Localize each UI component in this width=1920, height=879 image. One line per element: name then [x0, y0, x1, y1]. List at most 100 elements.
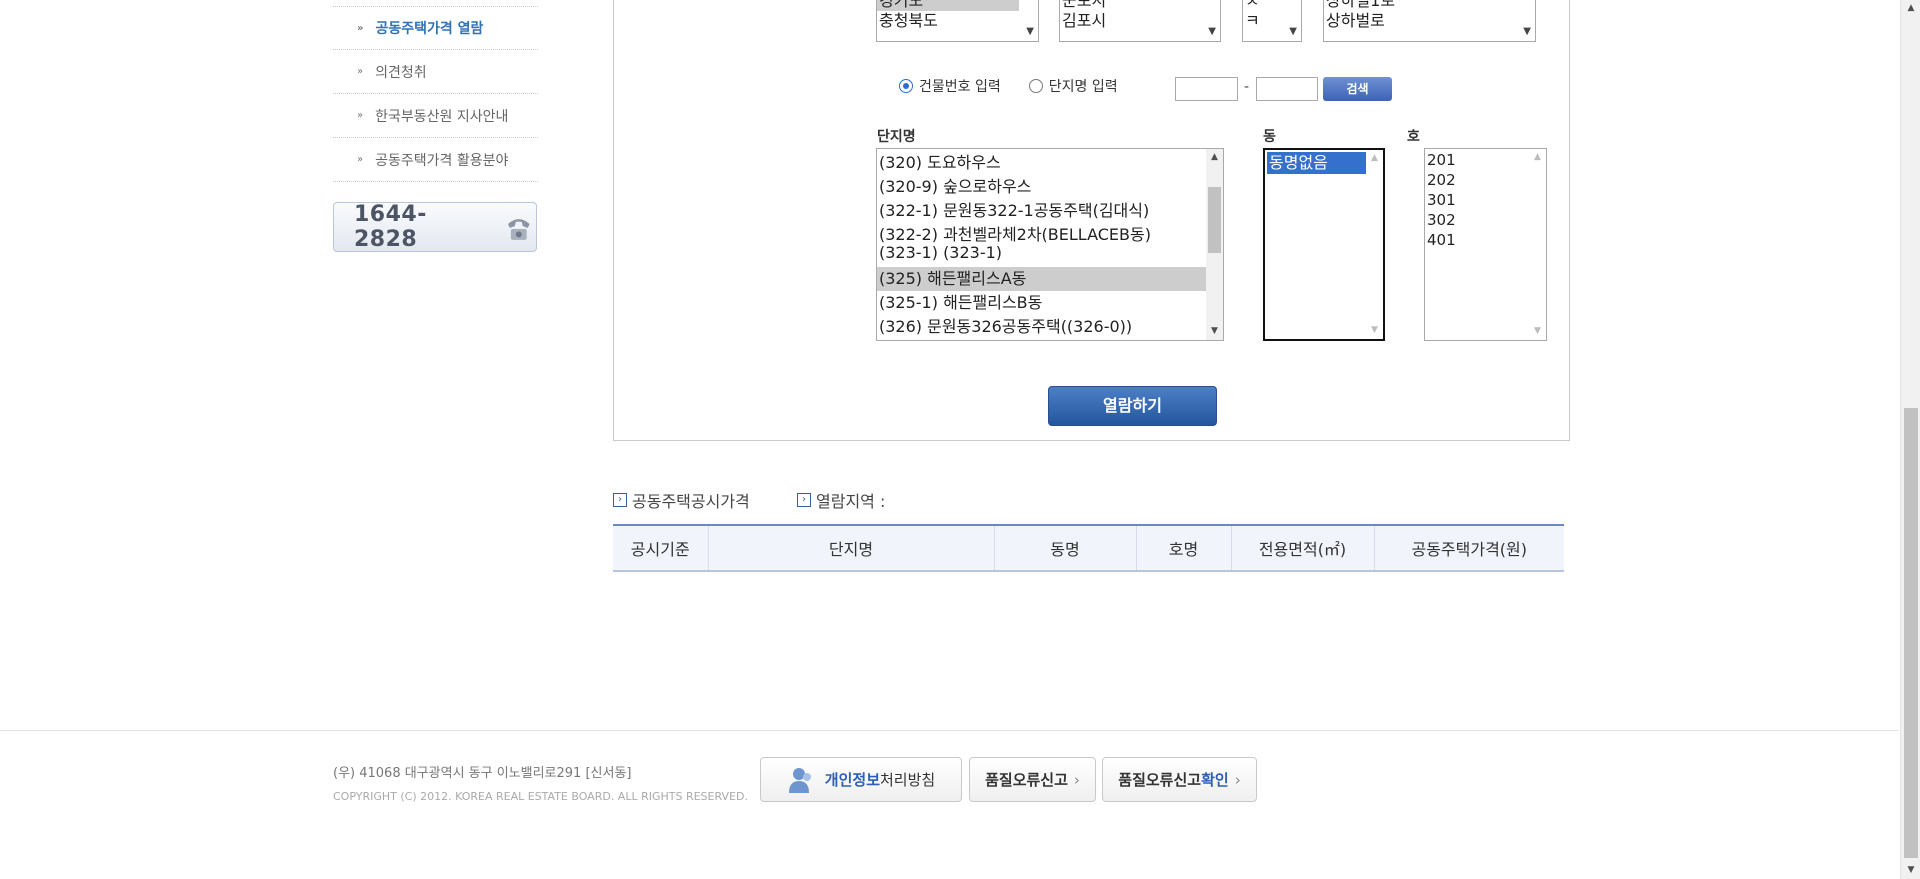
- sidebar-item-branches[interactable]: » 한국부동산원 지사안내: [333, 94, 538, 138]
- page: » 공동주택가격 열람 » 의견청취 » 한국부동산원 지사안내 » 공동주택가…: [0, 0, 1920, 879]
- road-select[interactable]: 상하벌1로 상하벌로 ▼: [1323, 0, 1536, 42]
- complex-list-label: 단지명: [877, 129, 916, 145]
- radio-building-number[interactable]: [899, 79, 913, 93]
- footer-divider: [0, 730, 1899, 731]
- ho-option[interactable]: 302: [1425, 210, 1546, 230]
- sidebar-item-usage[interactable]: » 공동주택가격 활용분야: [333, 138, 538, 182]
- privacy-label-rest: 처리방침: [880, 771, 936, 789]
- bullet-icon: »: [357, 22, 364, 34]
- sidebar-item-label: 공동주택가격 열람: [375, 21, 484, 37]
- phone-number: 1644-2828: [354, 202, 427, 252]
- scroll-down-icon[interactable]: ▼: [1206, 323, 1223, 340]
- scroll-down-icon[interactable]: ▼: [1529, 323, 1546, 340]
- left-sidebar: » 공동주택가격 열람 » 의견청취 » 한국부동산원 지사안내 » 공동주택가…: [333, 0, 538, 252]
- quality-report-label: 품질오류신고: [985, 771, 1068, 789]
- radio-building-label: 건물번호 입력: [919, 79, 1001, 95]
- ho-option[interactable]: 202: [1425, 170, 1546, 190]
- scroll-up-icon[interactable]: ▲: [1366, 150, 1383, 167]
- col-header: 공시기준: [613, 525, 708, 571]
- view-button[interactable]: 열람하기: [1048, 386, 1217, 426]
- page-scroll-thumb[interactable]: [1904, 408, 1918, 858]
- radio-complex-label: 단지명 입력: [1048, 79, 1118, 95]
- scroll-up-icon[interactable]: ▲: [1206, 149, 1223, 166]
- complex-option[interactable]: (326) 문원동326공동주택((326-0)): [877, 315, 1223, 339]
- result-price-heading: › 공동주택공시가격: [613, 488, 750, 512]
- sido-select[interactable]: 경기도 충청북도 ▼: [876, 0, 1039, 42]
- dong-list[interactable]: 동명없음 ▲ ▼: [1263, 148, 1385, 341]
- col-header: 공동주택가격(원): [1373, 525, 1564, 571]
- complex-option[interactable]: (322-1) 문원동322-1공동주택(김대식): [877, 199, 1223, 223]
- sigungu-option[interactable]: 군포시: [1060, 0, 1220, 11]
- complex-option[interactable]: (323-1) (323-1): [877, 243, 1223, 267]
- col-header: 단지명: [707, 525, 994, 571]
- arrow-box-icon: ›: [797, 493, 811, 507]
- complex-list[interactable]: (320) 도요하우스 (320-9) 숲으로하우스 (322-1) 문원동32…: [876, 148, 1224, 341]
- sigungu-option[interactable]: 김포시: [1060, 11, 1220, 31]
- ho-option[interactable]: 301: [1425, 190, 1546, 210]
- bullet-icon: »: [357, 154, 364, 165]
- initial-select[interactable]: ㅊ ㅋ ▼: [1242, 0, 1302, 42]
- complex-list-scrollbar[interactable]: ▲ ▼: [1206, 149, 1223, 340]
- dropdown-arrow-icon[interactable]: ▼: [1208, 26, 1216, 37]
- sigungu-select[interactable]: 군포시 김포시 ▼: [1059, 0, 1221, 42]
- radio-complex-name[interactable]: [1028, 79, 1043, 93]
- input-dash: -: [1244, 79, 1250, 95]
- privacy-policy-button[interactable]: 개인정보 처리방침: [760, 757, 962, 802]
- dong-option-selected[interactable]: 동명없음: [1267, 152, 1366, 174]
- ho-option[interactable]: 201: [1425, 150, 1546, 170]
- scroll-up-icon[interactable]: ▲: [1901, 0, 1920, 17]
- dropdown-arrow-icon[interactable]: ▼: [1289, 26, 1297, 37]
- footer-address: (우) 41068 대구광역시 동구 이노밸리로291 [신서동]: [333, 766, 632, 781]
- sidebar-item-label: 의견청취: [375, 64, 427, 81]
- footer-copyright: COPYRIGHT (C) 2012. KOREA REAL ESTATE BO…: [333, 790, 748, 803]
- scroll-thumb[interactable]: [1208, 187, 1221, 253]
- dropdown-arrow-icon[interactable]: ▼: [1026, 26, 1034, 37]
- search-type-radios: 건물번호 입력 단지명 입력: [899, 76, 1118, 96]
- dropdown-arrow-icon[interactable]: ▼: [1523, 26, 1531, 37]
- result-price-label: 공동주택공시가격: [632, 492, 750, 511]
- person-icon: [788, 767, 811, 793]
- complex-option[interactable]: (320-9) 숲으로하우스: [877, 175, 1223, 199]
- scroll-down-icon[interactable]: ▼: [1901, 862, 1920, 879]
- ho-list-label: 호: [1407, 129, 1420, 145]
- building-number-sub-input[interactable]: [1256, 77, 1318, 101]
- quality-check-highlight: 확인: [1201, 771, 1229, 789]
- road-option[interactable]: 상하벌1로: [1324, 0, 1535, 11]
- col-header: 동명: [993, 525, 1136, 571]
- ho-option[interactable]: 401: [1425, 230, 1546, 250]
- search-button[interactable]: 검색: [1323, 77, 1392, 101]
- scroll-up-icon[interactable]: ▲: [1529, 149, 1546, 166]
- sido-option[interactable]: 경기도: [877, 0, 1019, 11]
- sidebar-item-opinion[interactable]: » 의견청취: [333, 50, 538, 94]
- result-region-label: 열람지역 :: [816, 492, 886, 511]
- dong-list-label: 동: [1263, 129, 1276, 145]
- col-header: 호명: [1135, 525, 1231, 571]
- quality-report-button[interactable]: 품질오류신고 ›: [969, 757, 1096, 802]
- col-header: 전용면적(㎡): [1230, 525, 1374, 571]
- initial-option[interactable]: ㅊ: [1243, 0, 1301, 11]
- sido-option[interactable]: 충청북도: [877, 11, 1038, 31]
- ho-list[interactable]: 201 202 301 302 401 ▲ ▼: [1424, 148, 1547, 341]
- quality-report-check-button[interactable]: 품질오류신고 확인 ›: [1102, 757, 1257, 802]
- result-region-heading: › 열람지역 :: [797, 488, 885, 512]
- privacy-label-highlight: 개인정보: [824, 771, 880, 789]
- building-number-main-input[interactable]: [1175, 77, 1238, 101]
- results-table: 공시기준 단지명 동명 호명 전용면적(㎡) 공동주택가격(원): [613, 524, 1564, 572]
- chevron-right-icon: ›: [1234, 770, 1241, 789]
- arrow-box-icon: ›: [613, 493, 627, 507]
- bullet-icon: »: [357, 66, 364, 77]
- road-option[interactable]: 상하벌로: [1324, 11, 1535, 31]
- complex-option-selected[interactable]: (325) 해든팰리스A동: [877, 267, 1206, 291]
- quality-check-label: 품질오류신고: [1118, 771, 1202, 789]
- scroll-down-icon[interactable]: ▼: [1366, 322, 1383, 339]
- sidebar-item-price-view[interactable]: » 공동주택가격 열람: [333, 6, 538, 50]
- ho-list-scrollbar[interactable]: ▲ ▼: [1529, 149, 1546, 340]
- telephone-icon: [508, 219, 531, 240]
- sidebar-item-label: 공동주택가격 활용분야: [375, 152, 509, 169]
- complex-option[interactable]: (322-2) 과천벨라체2차(BELLACEB동): [877, 223, 1223, 244]
- bullet-icon: »: [357, 110, 364, 121]
- complex-option[interactable]: (325-1) 해든팰리스B동: [877, 291, 1223, 315]
- complex-option[interactable]: (320) 도요하우스: [877, 151, 1223, 175]
- page-scrollbar[interactable]: ▲ ▼: [1900, 0, 1920, 879]
- dong-list-scrollbar[interactable]: ▲ ▼: [1366, 150, 1383, 339]
